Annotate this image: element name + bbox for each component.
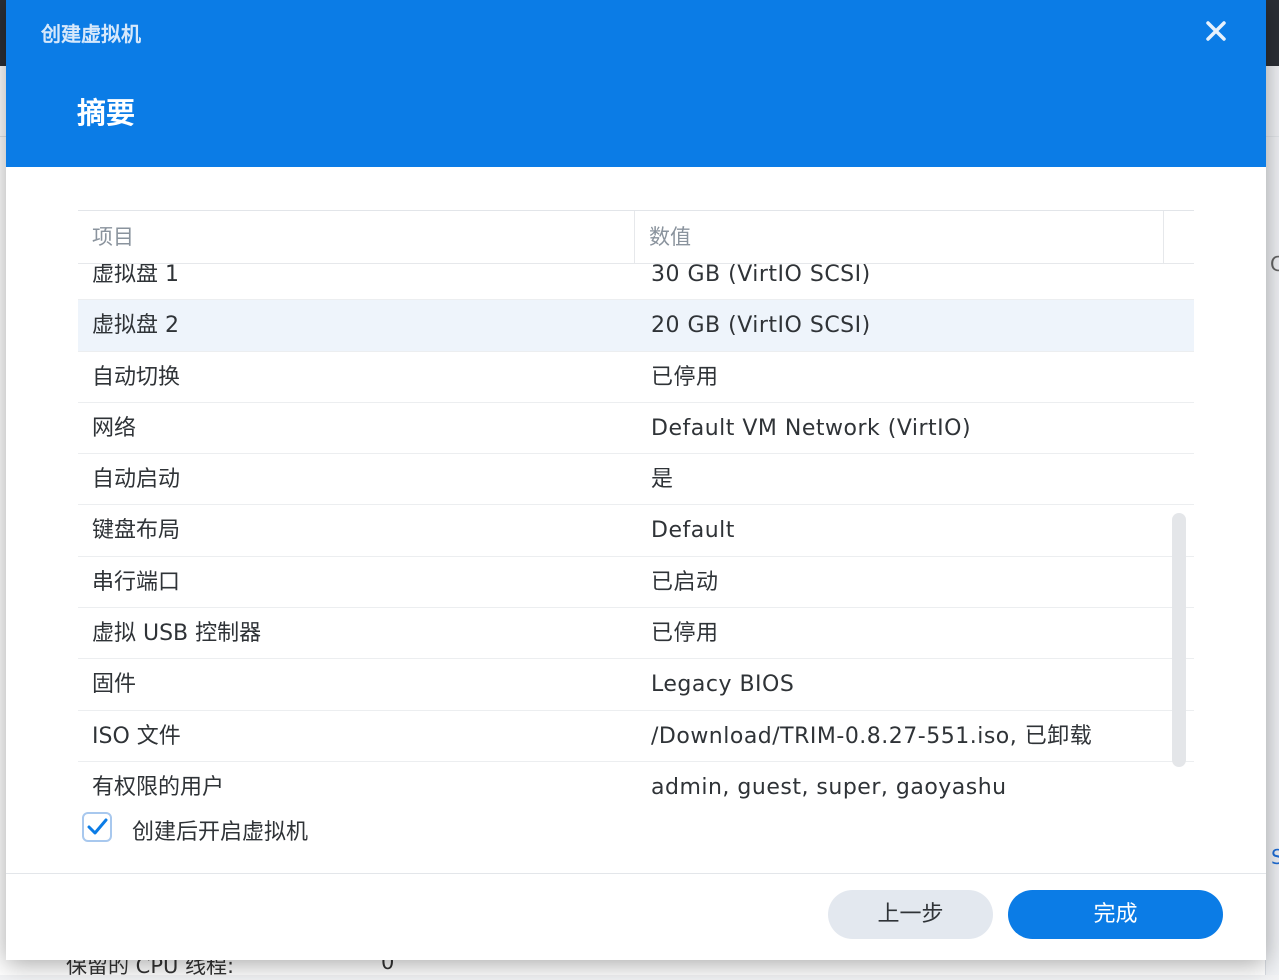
table-row[interactable]: 网络 Default VM Network (VirtIO) — [78, 403, 1194, 455]
close-button[interactable] — [1199, 14, 1233, 48]
row-item-value: 是 — [651, 467, 674, 493]
row-item-value: Legacy BIOS — [651, 672, 795, 698]
close-icon — [1206, 21, 1226, 41]
column-header-item[interactable]: 项目 — [78, 211, 635, 263]
summary-table-body: 虚拟盘 1 30 GB (VirtIO SCSI) 虚拟盘 2 20 GB (Virt… — [78, 249, 1194, 801]
row-item-value: Default VM Network (VirtIO) — [651, 415, 972, 441]
table-row[interactable]: 固件 Legacy BIOS — [78, 659, 1194, 711]
row-item-value: 20 GB (VirtIO SCSI) — [651, 313, 871, 339]
table-row[interactable]: 虚拟 USB 控制器 已停用 — [78, 608, 1194, 660]
finish-button[interactable]: 完成 — [1008, 890, 1223, 939]
row-item-value: /Download/TRIM-0.8.27-551.iso, 已卸载 — [651, 723, 1093, 749]
row-item-label: 串行端口 — [92, 569, 181, 595]
row-item-label: 虚拟盘 2 — [92, 313, 179, 339]
start-after-create-checkbox[interactable] — [82, 812, 112, 842]
table-row[interactable]: ISO 文件/Download/TRIM-0.8.27-551.iso, 已卸载 — [78, 711, 1194, 762]
row-item-value: admin, guest, super, gaoyashu — [651, 774, 1007, 800]
table-row[interactable]: 自动启动 是 — [78, 454, 1194, 506]
summary-table: 虚拟盘 1 30 GB (VirtIO SCSI) 虚拟盘 2 20 GB (Virt… — [78, 210, 1194, 801]
background-fragment: S — [1271, 845, 1279, 869]
start-after-create-label: 创建后开启虚拟机 — [132, 820, 309, 845]
dialog-title: 创建虚拟机 — [41, 22, 141, 46]
row-item-label: 虚拟 USB 控制器 — [92, 621, 262, 647]
table-row[interactable]: 有权限的用户 admin, guest, super, gaoyashu — [78, 762, 1194, 801]
table-row[interactable]: 串行端口 已启动 — [78, 557, 1194, 609]
row-item-value: 已停用 — [651, 364, 719, 390]
footer-divider — [6, 873, 1266, 874]
dialog-header: 创建虚拟机 摘要 — [6, 0, 1266, 167]
back-button[interactable]: 上一步 — [828, 890, 993, 939]
row-item-label: 自动启动 — [92, 467, 181, 493]
row-item-label: 网络 — [92, 415, 137, 441]
table-scrollbar[interactable] — [1172, 513, 1186, 767]
row-item-label: ISO 文件 — [92, 723, 181, 749]
column-header-value[interactable]: 数值 — [635, 211, 1164, 263]
background-side-panel — [1265, 66, 1279, 975]
row-item-value: 已停用 — [651, 621, 719, 647]
table-row[interactable]: 键盘布局 Default — [78, 505, 1194, 557]
step-title: 摘要 — [77, 96, 136, 130]
row-item-value: 已启动 — [651, 569, 719, 595]
table-row[interactable]: 虚拟盘 2 20 GB (VirtIO SCSI) — [78, 300, 1194, 352]
summary-table-header: 项目 数值 — [78, 211, 1194, 264]
row-item-value: Default — [651, 518, 735, 544]
table-row[interactable]: 自动切换 已停用 — [78, 352, 1194, 403]
create-vm-dialog: 创建虚拟机 摘要 虚拟盘 1 30 GB (VirtIO SCSI) 虚拟盘 2 20… — [6, 0, 1266, 960]
checkmark-icon — [87, 818, 108, 835]
background-fragment: C — [1270, 252, 1279, 276]
row-item-label: 自动切换 — [92, 364, 181, 390]
row-item-label: 固件 — [92, 672, 137, 698]
row-item-label: 有权限的用户 — [92, 774, 225, 800]
row-item-label: 键盘布局 — [92, 518, 181, 544]
